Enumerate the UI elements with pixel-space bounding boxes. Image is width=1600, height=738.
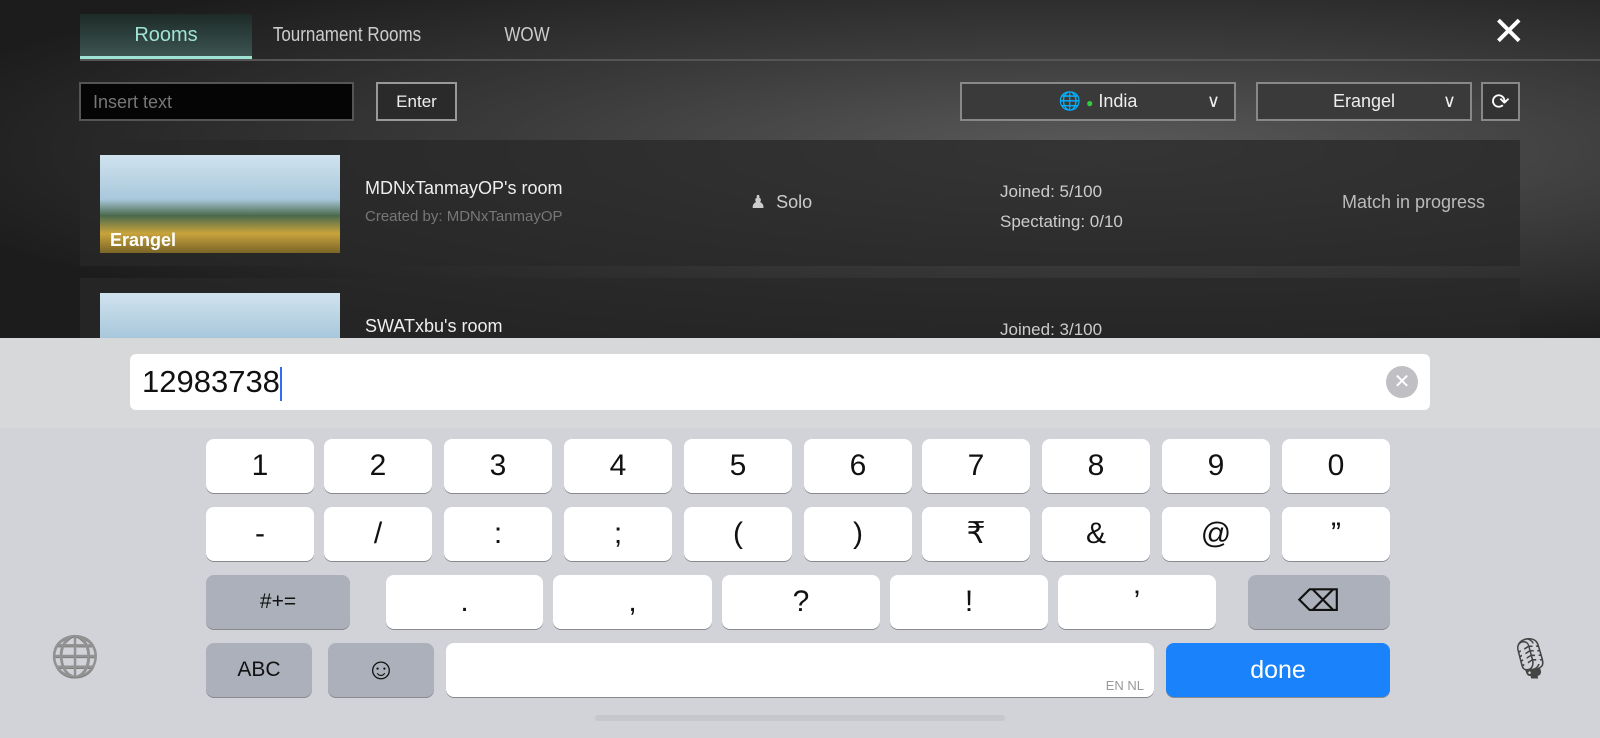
room-row[interactable]: SWATxbu's room Joined: 3/100	[80, 278, 1520, 340]
room-creator: Created by: MDNxTanmayOP	[365, 208, 563, 225]
text-input[interactable]: 12983738 ✕	[130, 354, 1430, 410]
joined-count: Joined: 3/100	[1000, 320, 1103, 339]
key-0[interactable]: 0	[1282, 439, 1390, 493]
key-8[interactable]: 8	[1042, 439, 1150, 493]
key-2[interactable]: 2	[324, 439, 432, 493]
done-key[interactable]: done	[1166, 643, 1390, 697]
map-label: Erangel	[110, 230, 177, 250]
key-punctuation[interactable]: .	[386, 575, 543, 629]
map-thumbnail	[100, 293, 340, 340]
key-punctuation[interactable]: ’	[1058, 575, 1216, 629]
room-name: MDNxTanmayOP's room	[365, 178, 563, 198]
key-symbol[interactable]: -	[206, 507, 314, 561]
room-mode: ♟ Solo	[750, 192, 812, 213]
key-symbol[interactable]: (	[684, 507, 792, 561]
tab-rooms[interactable]: Rooms	[80, 14, 252, 59]
key-4[interactable]: 4	[564, 439, 672, 493]
backspace-icon: ⌫	[1297, 585, 1341, 618]
emoji-icon: ☺	[365, 653, 397, 686]
key-symbol[interactable]: /	[324, 507, 432, 561]
key-6[interactable]: 6	[804, 439, 912, 493]
keyboard: 1 2 3 4 5 6 7 8 9 0 - /:;() ₹ & @” #+=.,?!’ ⌫ ABC ☺ EN NL do…	[0, 428, 1600, 738]
key-symbol[interactable]: ;	[564, 507, 672, 561]
region-status-dot: ●	[1086, 96, 1094, 110]
joined-count: Joined: 5/100	[1000, 182, 1103, 201]
key-symbol[interactable]: :	[444, 507, 552, 561]
map-value: Erangel	[1332, 91, 1396, 111]
key-7[interactable]: 7	[922, 439, 1030, 493]
backspace-key[interactable]: ⌫	[1248, 575, 1390, 629]
person-icon: ♟	[750, 192, 767, 212]
key-symbol[interactable]: &	[1042, 507, 1150, 561]
text-caret	[279, 366, 282, 401]
game-room-browser: Rooms Tournament Rooms WOW ✕ Insert text…	[0, 0, 1600, 340]
room-row[interactable]: Erangel MDNxTanmayOP's room Created by: …	[80, 140, 1520, 266]
key-9[interactable]: 9	[1162, 439, 1270, 493]
room-status: Match in progress	[1342, 192, 1486, 212]
tab-tournament-rooms[interactable]: Tournament Rooms	[266, 14, 428, 59]
microphone-icon[interactable]: 🎙	[1505, 635, 1556, 682]
refresh-icon[interactable]: ⟳	[1481, 82, 1520, 121]
key-punctuation[interactable]: ,	[553, 575, 712, 629]
map-thumbnail: Erangel	[100, 155, 340, 253]
close-icon[interactable]: ✕	[1492, 12, 1526, 52]
tab-bar: Rooms Tournament Rooms WOW	[80, 14, 1600, 61]
key-5[interactable]: 5	[684, 439, 792, 493]
chevron-down-icon: ∨	[1442, 91, 1456, 111]
room-name: SWATxbu's room	[365, 316, 503, 336]
keyboard-input-bar: 12983738 ✕	[0, 338, 1600, 428]
region-dropdown[interactable]: 🌐 ● India ∨	[960, 82, 1236, 121]
mode-label: Solo	[776, 192, 813, 212]
keyboard-language-label: EN NL	[1105, 678, 1144, 693]
emoji-key[interactable]: ☺	[328, 643, 434, 697]
globe-icon[interactable]: 🌐	[50, 633, 100, 680]
input-value: 12983738	[142, 364, 280, 399]
room-search-input[interactable]: Insert text	[79, 82, 354, 121]
key-1[interactable]: 1	[206, 439, 314, 493]
globe-icon: 🌐	[1058, 91, 1082, 111]
tab-wow[interactable]: WOW	[455, 14, 600, 59]
key-symbol[interactable]: ₹	[922, 507, 1030, 561]
key-symbol[interactable]: )	[804, 507, 912, 561]
home-indicator	[595, 715, 1005, 721]
enter-button[interactable]: Enter	[376, 82, 457, 121]
key-3[interactable]: 3	[444, 439, 552, 493]
spectating-count: Spectating: 0/10	[1000, 212, 1123, 231]
space-key[interactable]: EN NL	[446, 643, 1154, 697]
region-value: India	[1098, 91, 1138, 111]
abc-key[interactable]: ABC	[206, 643, 312, 697]
key-punctuation[interactable]: !	[890, 575, 1048, 629]
key-symbol[interactable]: ”	[1282, 507, 1390, 561]
room-counts: Joined: 5/100 Spectating: 0/10	[1000, 177, 1123, 237]
chevron-down-icon: ∨	[1206, 91, 1220, 111]
symbols-mode-key[interactable]: #+=	[206, 575, 350, 629]
key-symbol[interactable]: @	[1162, 507, 1270, 561]
key-punctuation[interactable]: ?	[722, 575, 880, 629]
clear-icon[interactable]: ✕	[1386, 366, 1418, 398]
map-dropdown[interactable]: Erangel ∨	[1256, 82, 1472, 121]
